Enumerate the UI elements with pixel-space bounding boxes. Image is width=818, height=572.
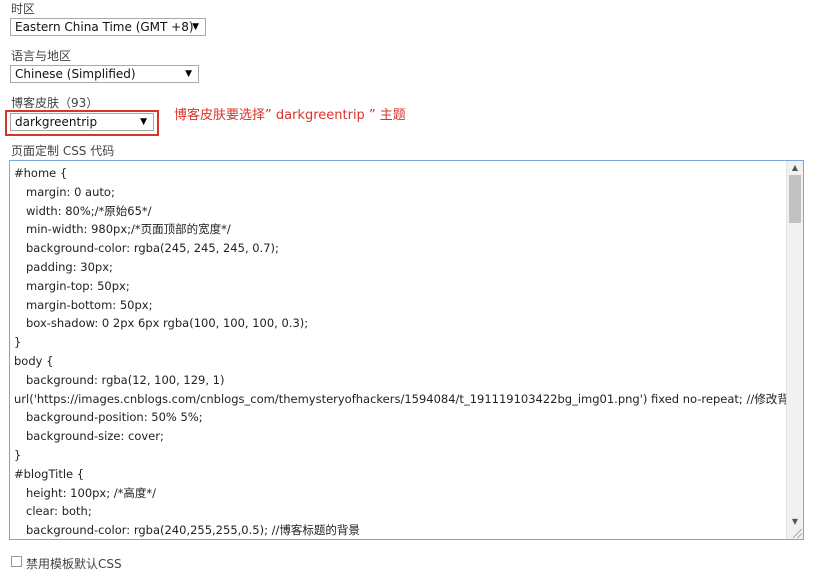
skin-annotation: 博客皮肤要选择” darkgreentrip ” 主题 bbox=[174, 108, 406, 123]
code-line: #blogTitle { bbox=[14, 466, 85, 481]
css-editor-label: 页面定制 CSS 代码 bbox=[11, 144, 115, 158]
code-line: width: 80%;/*原始65*/ bbox=[26, 203, 152, 218]
skin-select[interactable]: darkgreentrip ▼ bbox=[10, 113, 154, 131]
chevron-down-icon: ▼ bbox=[192, 22, 199, 32]
code-line: clear: both; bbox=[26, 504, 92, 519]
code-line: background-size: cover; bbox=[26, 429, 164, 444]
language-select[interactable]: Chinese (Simplified) ▼ bbox=[10, 65, 199, 83]
code-line: height: 100px; /*高度*/ bbox=[26, 485, 157, 500]
timezone-select-value: Eastern China Time (GMT +8) bbox=[15, 20, 194, 34]
disable-default-css-checkbox[interactable] bbox=[11, 556, 22, 567]
code-line: margin: 0 auto; bbox=[26, 184, 115, 199]
scroll-up-icon[interactable]: ▲ bbox=[787, 161, 803, 175]
css-code-textarea[interactable]: #home { margin: 0 auto; width: 80%;/*原始65*… bbox=[9, 160, 804, 540]
code-line: min-width: 980px;/*页面顶部的宽度*/ bbox=[26, 222, 231, 237]
code-line: #home { bbox=[14, 166, 68, 180]
code-line: background: rgba(12, 100, 129, 1) bbox=[26, 372, 225, 387]
scroll-down-icon[interactable]: ▼ bbox=[787, 515, 803, 529]
skin-label: 博客皮肤（93） bbox=[11, 96, 99, 110]
chevron-down-icon: ▼ bbox=[140, 117, 147, 127]
timezone-select[interactable]: Eastern China Time (GMT +8) ▼ bbox=[10, 18, 206, 36]
code-line: background-color: rgba(245, 245, 245, 0.… bbox=[26, 241, 279, 256]
resize-grip-icon[interactable] bbox=[793, 529, 802, 538]
code-line: margin-bottom: 50px; bbox=[26, 297, 153, 312]
code-line: } bbox=[14, 447, 22, 462]
code-line: background-color: rgba(240,255,255,0.5);… bbox=[26, 523, 360, 538]
chevron-down-icon: ▼ bbox=[185, 69, 192, 79]
code-line: url('https://images.cnblogs.com/cnblogs_… bbox=[14, 391, 804, 406]
code-line: box-shadow: 0 2px 6px rgba(100, 100, 100… bbox=[26, 316, 309, 331]
css-code-content: #home { margin: 0 auto; width: 80%;/*原始65*… bbox=[14, 164, 804, 539]
code-line: background-position: 50% 5%; bbox=[26, 410, 203, 425]
language-select-value: Chinese (Simplified) bbox=[15, 67, 136, 81]
code-line: margin-top: 50px; bbox=[26, 278, 130, 293]
code-line: body { bbox=[14, 353, 54, 368]
code-line: } bbox=[14, 335, 22, 350]
skin-select-value: darkgreentrip bbox=[15, 115, 98, 129]
editor-scrollbar[interactable]: ▲ ▼ bbox=[786, 161, 803, 539]
scroll-thumb[interactable] bbox=[789, 175, 801, 223]
disable-default-css-label: 禁用模板默认CSS bbox=[26, 557, 122, 571]
language-label: 语言与地区 bbox=[11, 49, 72, 63]
timezone-label: 时区 bbox=[11, 2, 36, 16]
code-line: padding: 30px; bbox=[26, 259, 113, 274]
